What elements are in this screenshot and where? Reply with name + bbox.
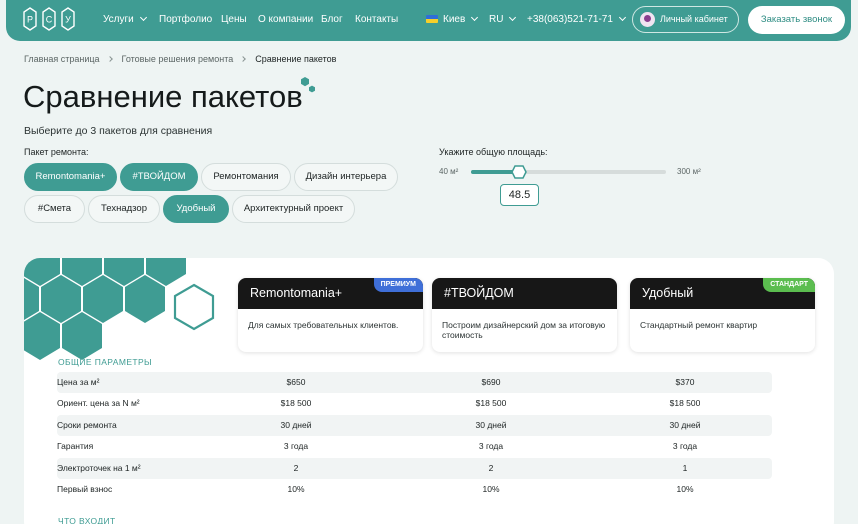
table-row: Гарантия 3 года 3 года 3 года (57, 436, 772, 457)
package-chip[interactable]: #Смета (24, 195, 85, 223)
section-included-title: ЧТО ВХОДИТ (58, 516, 116, 524)
page-subtitle: Выберите до 3 пакетов для сравнения (24, 125, 213, 137)
site-header: Р С У Услуги Портфолио Цены О компании Б… (6, 0, 851, 41)
nav-item-about[interactable]: О компании (258, 14, 313, 25)
package-chip[interactable]: Remontomania+ (24, 163, 117, 191)
row-value: $370 (675, 377, 695, 387)
chevron-down-icon (509, 13, 517, 22)
package-card: Remontomania+ ПРЕМИУМ Для самых требоват… (238, 278, 423, 352)
package-card: Удобный СТАНДАРТ Стандартный ремонт квар… (630, 278, 815, 352)
table-row: Сроки ремонта 30 дней 30 дней 30 дней (57, 414, 772, 436)
logo[interactable]: Р С У (20, 5, 78, 33)
row-label: Гарантия (57, 441, 94, 452)
language-select[interactable]: RU (489, 13, 517, 25)
table-row: Первый взнос 10% 10% 10% (57, 479, 772, 500)
row-value: $18 500 (669, 398, 701, 409)
package-chip[interactable]: Удобный (163, 195, 229, 223)
package-card: #ТВОЙДОМ Построим дизайнерский дом за ит… (432, 278, 617, 352)
breadcrumb-home[interactable]: Главная страница (24, 54, 100, 64)
area-input[interactable]: 48.5 (500, 184, 539, 206)
row-label: Электроточек на 1 м² (57, 462, 141, 473)
nav-item-portfolio[interactable]: Портфолио (159, 14, 212, 25)
row-value: 2 (293, 462, 299, 473)
package-chip[interactable]: Архитектурный проект (232, 195, 355, 223)
section-general-title: ОБЩИЕ ПАРАМЕТРЫ (58, 357, 152, 367)
row-label: Первый взнос (57, 484, 113, 494)
row-label: Цена за м² (57, 377, 100, 387)
nav-item-contacts[interactable]: Контакты (355, 14, 398, 25)
row-value: $650 (286, 377, 306, 387)
area-min-label: 40 м² (439, 167, 459, 176)
cabinet-label: Личный кабинет (660, 14, 728, 24)
package-chip[interactable]: Дизайн интерьера (294, 163, 398, 191)
chevron-right-icon (106, 56, 113, 62)
package-chip[interactable]: #ТВОЙДОМ (120, 163, 198, 191)
breadcrumb-solutions[interactable]: Готовые решения ремонта (122, 54, 234, 64)
row-value: 10% (287, 484, 305, 494)
ukraine-flag-icon (426, 15, 438, 23)
city-select[interactable]: Киев (426, 13, 479, 25)
area-max-label: 300 м² (677, 167, 701, 176)
row-value: $690 (481, 377, 501, 387)
row-value: 3 года (283, 441, 309, 452)
row-value: 10% (482, 484, 500, 494)
row-value: 3 года (478, 441, 504, 452)
package-card-description: Стандартный ремонт квартир (640, 320, 758, 330)
package-label: Пакет ремонта: (24, 147, 89, 157)
package-chip[interactable]: Ремонтомания (201, 163, 291, 191)
cabinet-button[interactable]: Личный кабинет (632, 6, 739, 33)
compare-panel: Remontomania+ ПРЕМИУМ Для самых требоват… (24, 258, 834, 524)
row-value: $18 500 (280, 398, 312, 409)
chevron-down-icon (471, 13, 479, 22)
call-request-button[interactable]: Заказать звонок (748, 6, 845, 34)
breadcrumb-current: Сравнение пакетов (255, 54, 337, 64)
package-card-description: Построим дизайнерский дом за итоговую ст… (442, 320, 606, 340)
row-value: 30 дней (669, 419, 701, 430)
package-card-title: #ТВОЙДОМ (432, 278, 617, 309)
nav-item-prices[interactable]: Цены (221, 14, 247, 25)
table-row: Электроточек на 1 м² 2 2 1 (57, 457, 772, 479)
decorative-hex-dots-icon (301, 77, 315, 93)
logo-letter-2: С (46, 15, 53, 25)
nav-item-services[interactable]: Услуги (103, 13, 147, 25)
phone-select[interactable]: +38(063)521-71-71 (527, 13, 626, 25)
logo-letter-1: Р (27, 15, 33, 25)
row-label: Ориент. цена за N м² (57, 398, 140, 409)
row-value: $18 500 (475, 398, 507, 409)
table-row: Цена за м² $650 $690 $370 (57, 372, 772, 393)
premium-badge: ПРЕМИУМ (373, 278, 423, 292)
chevron-down-icon (618, 13, 626, 22)
row-label: Сроки ремонта (57, 419, 117, 430)
breadcrumb: Главная страница Готовые решения ремонта С… (24, 54, 336, 64)
row-value: 3 года (672, 441, 698, 452)
row-value: 30 дней (280, 419, 312, 430)
package-chip[interactable]: Технадзор (88, 195, 160, 223)
area-slider-track[interactable] (471, 170, 666, 174)
standard-badge: СТАНДАРТ (763, 278, 815, 292)
row-value: 10% (676, 484, 694, 494)
user-avatar-icon (640, 12, 655, 27)
package-card-description: Для самых требовательных клиентов. (248, 320, 399, 330)
area-slider-handle[interactable] (511, 165, 527, 179)
row-value: 1 (682, 462, 688, 473)
chevron-right-icon (240, 56, 247, 62)
chevron-down-icon (139, 13, 147, 22)
table-row: Ориент. цена за N м² $18 500 $18 500 $18 50… (57, 393, 772, 414)
page-title: Сравнение пакетов (23, 79, 303, 114)
nav-item-blog[interactable]: Блог (321, 14, 343, 25)
area-label: Укажите общую площадь: (439, 147, 548, 157)
row-value: 2 (488, 462, 494, 473)
logo-letter-3: У (65, 15, 71, 25)
row-value: 30 дней (475, 419, 507, 430)
